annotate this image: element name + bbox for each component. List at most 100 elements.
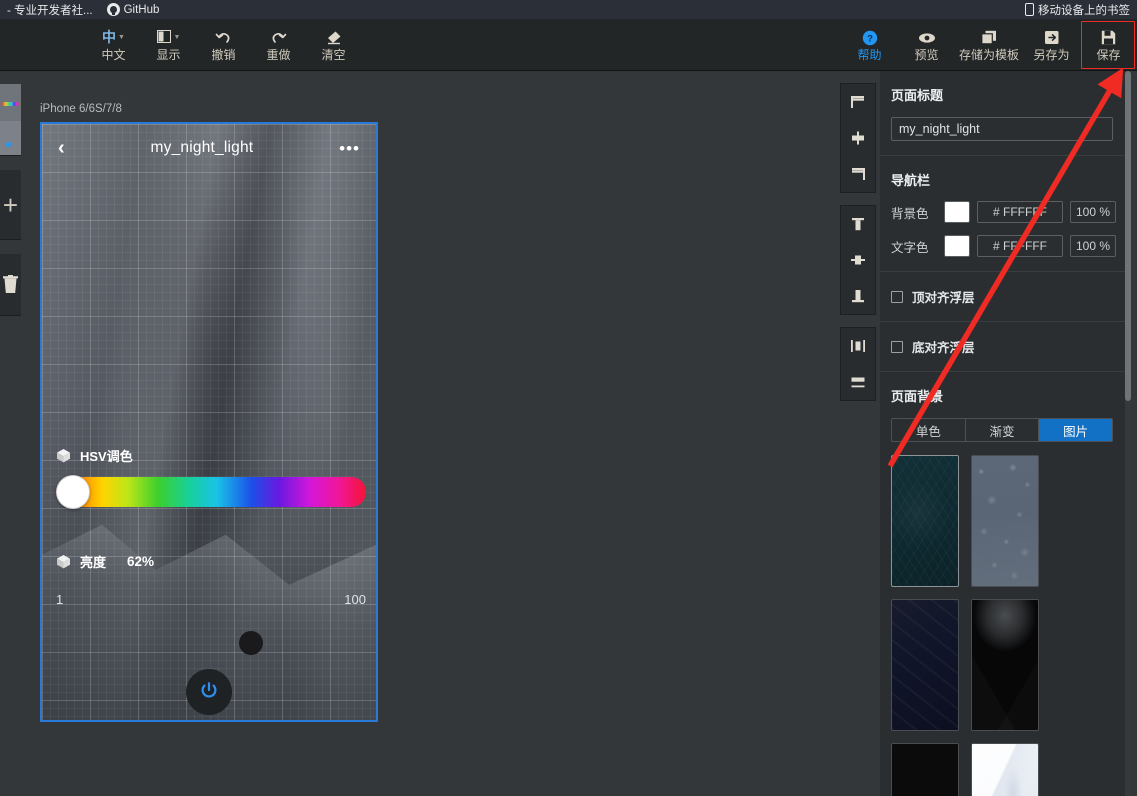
toolbar-button-save-as-template[interactable]: 存储为模板 [955,19,1023,71]
thumbnail-gradient-bar [2,102,19,106]
page-thumbnail[interactable] [0,84,21,156]
toolbar-button-save-as[interactable]: 另存为 [1023,19,1080,71]
bg-thumb-dots[interactable] [891,743,959,796]
power-icon [199,680,219,705]
toolbar-button-label: 中文 [101,47,126,62]
toolbar-button-save[interactable]: 保存 [1080,19,1137,71]
tab-image[interactable]: 图片 [1039,419,1112,441]
add-page-button[interactable]: + [0,170,21,240]
align-middle-vertical-icon[interactable] [840,242,876,278]
toolbar-button-label: 撤销 [211,47,236,62]
eraser-icon [326,29,342,46]
help-icon: ? [862,29,878,46]
toolbar-button-display[interactable]: ▼ 显示 [141,19,196,71]
bg-thumb-pine[interactable] [891,455,959,587]
phone-nav-bar: ‹ my_night_light ••• [42,124,376,172]
align-left-icon[interactable] [840,84,876,120]
opacity-input[interactable] [1070,201,1116,223]
toolbar-button-help[interactable]: ? 帮助 [841,19,898,71]
bookmark-item-mobile-bookmarks[interactable]: 移动设备上的书签 [1018,0,1137,19]
align-right-icon[interactable] [840,156,876,192]
toolbar-button-redo[interactable]: 重做 [251,19,306,71]
delete-page-button[interactable] [0,254,21,316]
hex-input[interactable] [977,201,1063,223]
checkbox[interactable] [891,340,903,353]
bookmark-label: - 专业开发者社... [7,4,93,17]
background-thumbnail-grid [891,455,1120,796]
checkbox-label: 底对齐浮层 [912,341,975,355]
hsv-slider-knob[interactable] [56,475,90,509]
color-swatch[interactable] [944,201,970,223]
brightness-min-label: 1 [56,592,64,607]
more-options-icon[interactable]: ••• [339,140,360,157]
toolbar-button-clear[interactable]: 清空 [306,19,361,71]
nav-text-color-row: 文字色 [891,235,1120,257]
toolbar-button-language[interactable]: 中 ▼ 中文 [86,19,141,71]
background-type-tabs: 单色 渐变 图片 [891,418,1113,442]
bookmark-item-dev-community[interactable]: - 专业开发者社... [0,0,100,19]
align-center-horizontal-icon[interactable] [840,120,876,156]
svg-text:?: ? [867,33,873,44]
vertical-align-group [840,205,876,315]
bg-thumb-white-room[interactable] [971,743,1039,796]
bottom-aligned-overlay-row[interactable]: 底对齐浮层 [880,322,1131,372]
bookmark-item-github[interactable]: GitHub [100,0,167,19]
power-button[interactable] [186,669,232,715]
hex-input[interactable] [977,235,1063,257]
hsv-color-widget[interactable]: HSV调色 [56,446,366,509]
github-icon [106,3,120,16]
power-switch-widget[interactable]: 开关 [42,669,376,720]
toolbar-left-group: 中 ▼ 中文 ▼ 显示 撤销 重做 清空 [86,19,361,71]
distribute-horizontal-icon[interactable] [840,328,876,364]
bg-thumb-dark-hex[interactable] [971,599,1039,731]
top-aligned-overlay-row[interactable]: 顶对齐浮层 [880,272,1131,322]
back-arrow-icon[interactable]: ‹ [58,138,65,158]
page-thumbnail-preview [0,84,21,155]
bookmark-label: 移动设备上的书签 [1038,4,1130,17]
color-swatch[interactable] [944,235,970,257]
bg-thumb-snow[interactable] [971,455,1039,587]
left-rail: + [0,71,21,796]
opacity-input[interactable] [1070,235,1116,257]
hsv-widget-header: HSV调色 [56,446,366,465]
align-top-icon[interactable] [840,206,876,242]
panel-scrollbar-track[interactable] [1125,71,1131,796]
toolbar-button-label: 重做 [266,47,291,62]
property-label: 文字色 [891,240,929,255]
template-icon [981,29,997,46]
brightness-max-label: 100 [344,592,366,607]
toolbar-button-undo[interactable]: 撤销 [196,19,251,71]
distribute-vertical-icon[interactable] [840,364,876,400]
tab-gradient[interactable]: 渐变 [966,419,1040,441]
thumbnail-power-dot [6,142,11,147]
nav-background-color-row: 背景色 [891,201,1120,223]
thumbnail-body [0,121,21,155]
plus-icon: + [2,189,19,220]
language-icon: 中 ▼ [102,29,125,45]
bookmark-bar: - 专业开发者社... GitHub 移动设备上的书签 [0,0,1137,19]
toolbar-button-label: 存储为模板 [958,48,1019,62]
display-icon: ▼ [156,29,180,46]
toolbar-button-label: 保存 [1096,48,1121,62]
brightness-widget-header: 亮度 62% [56,552,366,571]
phone-preview[interactable]: ‹ my_night_light ••• HSV调色 亮度 62% 1 100 [40,122,378,722]
hsv-slider-track[interactable] [56,475,366,509]
editor-canvas[interactable]: iPhone 6/6S/7/8 ‹ my_night_light ••• HSV… [21,71,836,796]
tab-solid-color[interactable]: 单色 [892,419,966,441]
bg-thumb-navy[interactable] [891,599,959,731]
cube-icon [56,554,71,569]
brightness-slider-knob[interactable] [239,631,263,655]
align-bottom-icon[interactable] [840,278,876,314]
toolbar-button-preview[interactable]: 预览 [898,19,955,71]
brightness-widget[interactable]: 亮度 62% 1 100 [56,552,366,655]
toolbar-right-group: ? 帮助 预览 存储为模板 另存为 保存 [841,19,1137,71]
nav-bar-section: 导航栏 背景色 文字色 [880,156,1131,272]
save-icon [1101,29,1116,46]
undo-icon [215,29,232,46]
properties-panel: 页面标题 导航栏 背景色 文字色 顶对齐浮层 底对齐浮层 页面背景 单色 渐变 … [880,71,1131,796]
redo-icon [270,29,287,46]
panel-scrollbar-thumb[interactable] [1125,71,1131,401]
alignment-toolbar [836,71,880,796]
page-title-input[interactable] [891,117,1113,141]
checkbox[interactable] [891,290,903,303]
